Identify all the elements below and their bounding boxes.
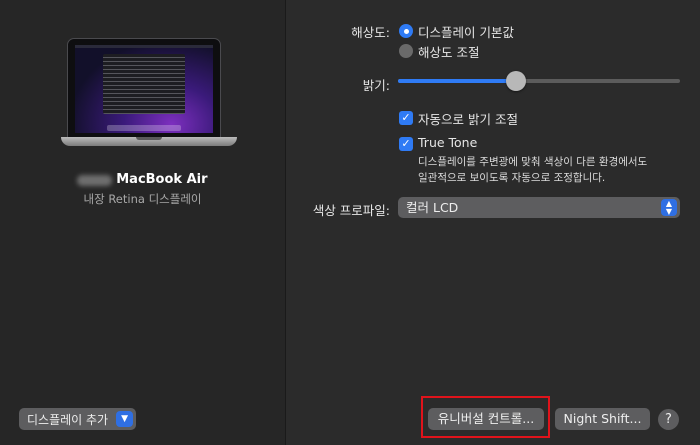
- add-display-label: 디스플레이 추가: [27, 412, 109, 427]
- device-name: ████MacBook Air: [0, 172, 285, 187]
- radio-default-resolution-label[interactable]: 디스플레이 기본값: [418, 22, 514, 41]
- true-tone-checkbox[interactable]: ✓: [399, 137, 413, 151]
- add-display-button[interactable]: 디스플레이 추가 ▼: [19, 408, 137, 430]
- color-profile-label: 색상 프로파일:: [312, 203, 390, 218]
- laptop-lid: [67, 38, 221, 140]
- radio-scaled-resolution[interactable]: [399, 44, 413, 58]
- screen-dock: [107, 125, 181, 131]
- color-profile-value: 컬러 LCD: [406, 200, 459, 215]
- auto-brightness-label[interactable]: 자동으로 밝기 조절: [418, 109, 518, 128]
- radio-default-resolution[interactable]: [399, 24, 413, 38]
- device-subtitle: 내장 Retina 디스플레이: [83, 192, 202, 206]
- blurred-owner-name: ████: [77, 175, 113, 186]
- brightness-label: 밝기:: [362, 78, 390, 93]
- chevron-down-icon: ▼: [116, 411, 134, 427]
- true-tone-description-line1: 디스플레이를 주변광에 맞춰 색상이 다른 환경에서도: [418, 156, 648, 168]
- screen-menubar: [75, 45, 213, 48]
- radio-scaled-resolution-label[interactable]: 해상도 조절: [418, 42, 479, 61]
- night-shift-button[interactable]: Night Shift...: [555, 408, 650, 430]
- display-settings-pane: [286, 0, 700, 445]
- laptop-hinge-notch: [136, 137, 162, 140]
- up-down-chevron-icon: ▲ ▼: [661, 199, 677, 216]
- color-profile-select[interactable]: 컬러 LCD ▲ ▼: [398, 197, 680, 218]
- auto-brightness-checkbox[interactable]: ✓: [399, 111, 413, 125]
- screen-document-window: [103, 54, 185, 114]
- true-tone-description-line2: 일관적으로 보이도록 자동으로 조정합니다.: [418, 172, 606, 184]
- laptop-screen: [75, 45, 213, 133]
- brightness-slider[interactable]: [398, 71, 680, 91]
- macbook-illustration[interactable]: [61, 38, 239, 153]
- highlight-box: [421, 396, 550, 438]
- help-button[interactable]: ?: [658, 409, 679, 430]
- device-model: MacBook Air: [116, 172, 208, 187]
- true-tone-label[interactable]: True Tone: [418, 135, 477, 150]
- resolution-label: 해상도:: [351, 25, 390, 40]
- brightness-slider-fill: [398, 79, 517, 83]
